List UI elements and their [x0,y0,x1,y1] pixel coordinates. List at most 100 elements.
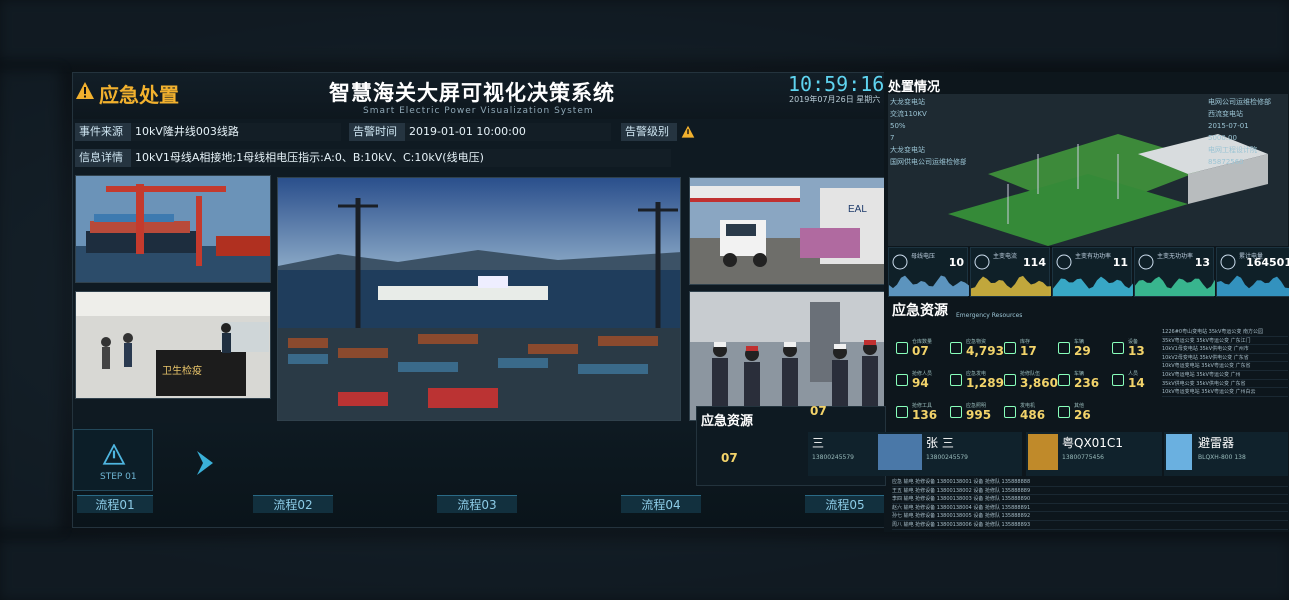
table-row: 10kV粤运变电站 35kV粤运公变 广州白云 [1162,388,1288,397]
svg-text:EAL: EAL [848,204,867,215]
resource-icon [896,374,908,386]
resource-value: 17 [1020,344,1037,358]
checkpoint-sign: 卫生检疫 [162,366,202,377]
system-subtitle: Smart Electric Power Visualization Syste… [363,106,594,116]
step-label: STEP 01 [100,472,137,482]
card-name: 张 三 [926,436,954,450]
disposal-info-left: 大龙变电站 交流110KV 50% 7 大龙变电站 国网供电公司运维检修部 [890,98,966,166]
table-row: 赵六 输电 抢修设备 13800138004 设备 抢修队 135888891 [892,504,1288,513]
alarm-time-label: 告警时间 [349,123,405,141]
metric-name: 主变有功功率 [1075,253,1112,260]
card-plate: 粤QX01C1 [1062,436,1123,450]
metric-icon [974,254,990,270]
resource-value: 13 [1128,344,1145,358]
resource-icon [1004,406,1016,418]
table-row: 1226#0粤山变电站 35kV粤运公变 南方公园 [1162,328,1288,337]
resources-table: 1226#0粤山变电站 35kV粤运公变 南方公园 35kV粤运公变 35kV粤运… [1162,328,1288,397]
resource-value: 136 [912,408,938,422]
table-row: 周八 输电 抢修设备 13800138006 设备 抢修队 135888893 [892,521,1288,530]
table-row: 35kV供电公变 35kV供电公变 广东省 [1162,380,1288,389]
flow-step-01[interactable]: 流程01 [77,495,153,513]
metric-icon [1138,254,1154,270]
equipment-image [1166,434,1192,470]
port-aerial-photo[interactable] [277,177,681,421]
resource-icon [1058,374,1070,386]
resources-subtitle: Emergency Resources [956,312,1023,319]
card-phone: 13800245579 [812,454,854,461]
avatar [878,434,922,470]
metric-card[interactable]: 母线电压 10 [888,247,969,297]
metric-card[interactable]: 主变电流 114 [970,247,1051,297]
metric-card[interactable]: 累计电量 164501 [1216,247,1289,297]
background-blur-bottom [0,540,1289,600]
info-detail-label: 信息详情 [75,149,131,167]
resource-icon [1112,342,1124,354]
resource-value: 486 [1020,408,1046,422]
panel-header: 应急处置 智慧海关大屏可视化决策系统 Smart Electric Power … [73,73,891,119]
background-blur-left [0,70,60,530]
personnel-card[interactable]: 张 三 13800245579 [876,432,1022,476]
customs-checkpoint-photo[interactable]: 卫生检疫 [75,291,271,399]
table-row: 李四 输电 抢修设备 13800138003 设备 抢修队 135888890 [892,495,1288,504]
metric-sparkline [1217,275,1289,296]
table-row: 10kV2母变电站 35kV供电公变 广东省 [1162,354,1288,363]
overlay-resources-title: 应急资源 [701,414,754,429]
resource-value: 4,793 [966,344,1004,358]
resource-value: 29 [1074,344,1091,358]
container-ship-photo[interactable] [75,175,271,283]
resource-value: 14 [1128,376,1145,390]
resource-value: 995 [966,408,992,422]
table-row: 10kV粤运电站 35kV粤运公变 广州 [1162,371,1288,380]
alarm-level-label: 告警级别 [621,123,677,141]
flow-step-04[interactable]: 流程04 [621,495,701,513]
disposal-info-right: 电网公司运维检修部 西流变电站 2015-07-01 5000.00 电网工程设计院 8… [1208,98,1271,166]
equipment-card[interactable]: 避雷器 BLQXH-800 138 [1164,432,1288,476]
resource-icon [950,374,962,386]
overlay-count-2: 07 [810,404,827,418]
alarm-level-icon [681,125,695,138]
disposal-title: 处置情况 [888,80,941,95]
flow-step-05[interactable]: 流程05 [805,495,885,513]
resource-item[interactable]: 其他 26 [1058,402,1122,424]
step-indicator: STEP 01 [73,429,153,491]
cargo-airport-photo[interactable]: EAL [689,177,891,285]
resource-icon [950,406,962,418]
table-row: 10kV粤运变电站 35kV粤运公变 广东省 [1162,362,1288,371]
warning-icon [76,82,94,99]
clock-date: 2019年07月26日 星期六 [789,95,881,104]
metric-name: 主变无功功率 [1157,253,1194,260]
metric-value: 164501 [1246,256,1289,269]
flow-step-03[interactable]: 流程03 [437,495,517,513]
resource-icon [896,406,908,418]
table-row: 孙七 输电 抢修设备 13800138005 设备 抢修队 135888892 [892,512,1288,521]
resource-value: 07 [912,344,929,358]
resource-icon [896,342,908,354]
alarm-time-value: 2019-01-01 10:00:00 [405,123,611,141]
table-row: 应急 输电 抢修设备 13800138001 设备 抢修队 135888888 [892,478,1288,487]
card-phone: 13800775456 [1062,454,1104,461]
metric-name: 母线电压 [911,253,936,260]
metric-card[interactable]: 主变无功功率 13 [1134,247,1215,297]
resource-icon [1112,374,1124,386]
metric-icon [1056,254,1072,270]
metric-name: 主变电流 [993,253,1018,260]
resource-icon [950,342,962,354]
inspection-team-photo[interactable] [689,291,891,421]
card-name: 三 [812,436,825,450]
card-phone: 13800245579 [926,454,968,461]
metric-sparkline [971,275,1051,296]
background-blur-top [0,0,1289,60]
table-row: 35kV粤运公变 35kV粤运公变 广东江门 [1162,337,1288,346]
clock-time: 10:59:16 [788,72,885,96]
vehicle-card[interactable]: 粤QX01C1 13800775456 [1026,432,1162,476]
flow-step-02[interactable]: 流程02 [253,495,333,513]
event-source-value: 10kV隆井线003线路 [131,123,341,141]
table-row: 王五 输电 抢修设备 13800138002 设备 抢修队 135888889 [892,487,1288,496]
metric-value: 11 [1112,256,1128,269]
info-detail-value: 10kV1母线A相接地;1母线相电压指示:A:0、B:10kV、C:10kV(线… [131,149,671,167]
card-model: BLQXH-800 138 [1198,454,1246,461]
metric-sparkline [889,275,969,296]
metric-card[interactable]: 主变有功功率 11 [1052,247,1133,297]
metric-value: 13 [1194,256,1210,269]
metric-value: 10 [948,256,964,269]
